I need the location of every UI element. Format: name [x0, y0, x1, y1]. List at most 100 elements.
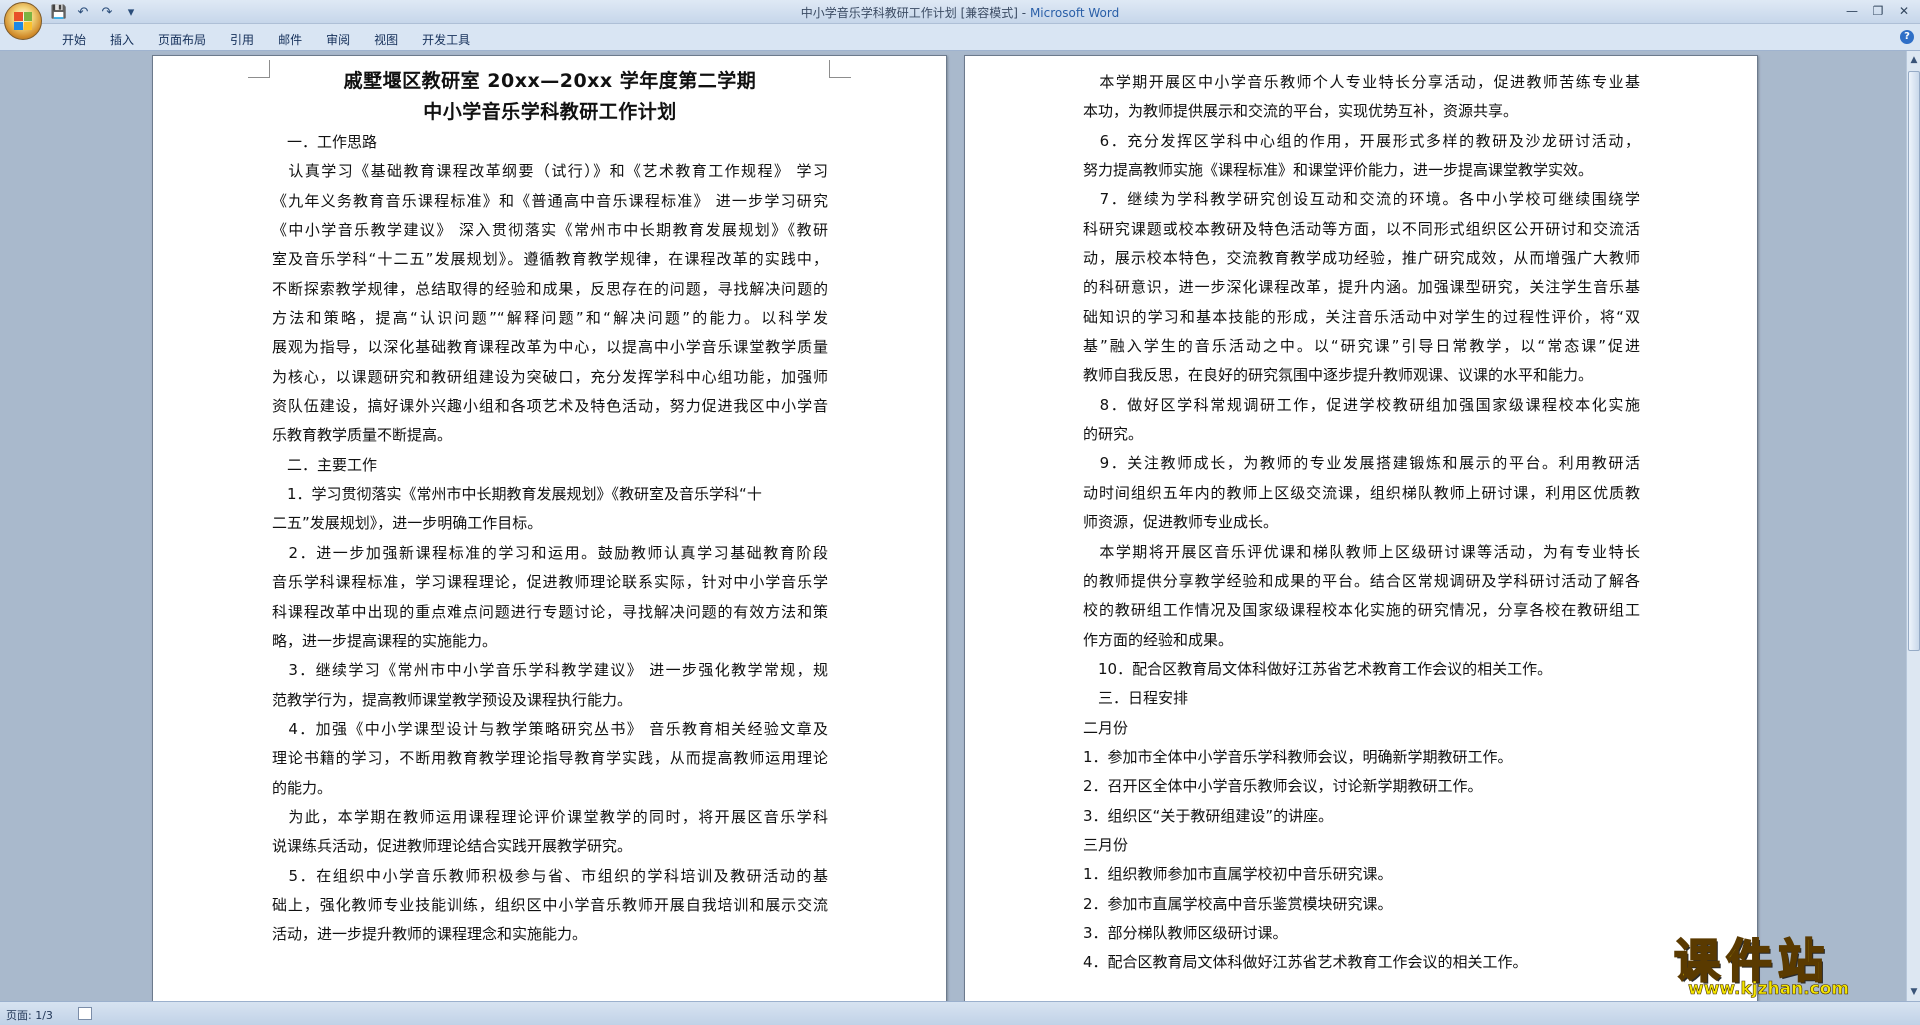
text-line: 作方面的经验和成果。	[1083, 630, 1234, 649]
text-line: 略，进一步提高课程的实施能力。	[272, 631, 498, 650]
text-line: 认真学习《基础教育课程改革纲要（试行）》和《艺术教育工作规程》 学习	[272, 162, 828, 181]
vertical-scrollbar[interactable]: ▲ ▼	[1906, 51, 1920, 1001]
document-name: 中小学音乐学科教研工作计划 [兼容模式]	[800, 6, 1018, 20]
text-line: 4．配合区教育局文体科做好江苏省艺术教育工作会议的相关工作。	[1083, 953, 1528, 972]
page-1-text: 戚墅堰区教研室 20xx—20xx 学年度第二学期 中小学音乐学科教研工作计划 …	[272, 66, 828, 950]
text-line: 的能力。	[272, 778, 333, 797]
status-bar: 页面: 1/3	[0, 1001, 1920, 1025]
text-line: 9．关注教师成长，为教师的专业发展搭建锻炼和展示的平台。利用教研活	[1083, 454, 1640, 473]
title-bar: 💾 ↶ ↷ ▾ 中小学音乐学科教研工作计划 [兼容模式] - Microsoft…	[0, 0, 1920, 40]
title-line: 戚墅堰区教研室 20xx—20xx 学年度第二学期	[343, 70, 757, 92]
text-line: 动，展示校本特色，交流教育教学成功经验，推广研究成效，从而增强广大教师	[1083, 249, 1640, 268]
tab-home[interactable]: 开始	[50, 29, 98, 49]
text-line: 科研究课题或校本教研及特色活动等方面，以不同形式组织区公开研讨和交流活	[1083, 219, 1640, 238]
text-line: 校的教研组工作情况及国家级课程校本化实施的研究情况，分享各校在教研组工	[1083, 601, 1640, 620]
text-line: 教师自我反思，在良好的研究氛围中逐步提升教师观课、议课的水平和能力。	[1083, 366, 1594, 385]
text-line: 5．在组织中小学音乐教师积极参与省、市组织的学科培训及教研活动的基	[272, 866, 828, 885]
text-line: 础知识的学习和基本技能的形成，关注音乐活动中对学生的过程性评价，将“双	[1083, 307, 1640, 326]
proofing-icon[interactable]	[78, 1007, 92, 1020]
text-line: 的科研意识，进一步深化课程改革，提升内涵。加强课型研究，关注学生音乐基	[1083, 278, 1640, 297]
text-line: 二月份	[1083, 718, 1129, 737]
text-line: 科课程改革中出现的重点难点问题进行专题讨论，寻找解决问题的有效方法和策	[272, 602, 828, 621]
text-line: 为核心，以课题研究和教研组建设为突破口，充分发挥学科中心组功能，加强师	[272, 367, 828, 386]
text-line: 室及音乐学科“十二五”发展规划》。遵循教育教学规律，在课程改革的实践中，	[272, 250, 828, 269]
document-title: 戚墅堰区教研室 20xx—20xx 学年度第二学期 中小学音乐学科教研工作计划	[272, 66, 828, 128]
text-line: 7．继续为学科教学研究创设互动和交流的环境。各中小学校可继续围绕学	[1083, 190, 1640, 209]
help-icon[interactable]: ?	[1900, 30, 1914, 44]
tab-review[interactable]: 审阅	[314, 29, 362, 49]
text-line: 8．做好区学科常规调研工作，促进学校教研组加强国家级课程校本化实施	[1083, 395, 1640, 414]
text-line: 本学期开展区中小学音乐教师个人专业特长分享活动，促进教师苦练专业基	[1083, 73, 1640, 91]
text-line: 二五”发展规划》，进一步明确工作目标。	[272, 514, 543, 533]
ribbon-tabs: 开始 插入 页面布局 引用 邮件 审阅 视图 开发工具	[50, 29, 482, 49]
text-line: 6．充分发挥区学科中心组的作用，开展形式多样的教研及沙龙研讨活动，	[1083, 131, 1640, 150]
page-2-paragraphs: 本学期开展区中小学音乐教师个人专业特长分享活动，促进教师苦练专业基 本功，为教师提…	[1083, 68, 1640, 978]
app-name: Microsoft Word	[1029, 6, 1120, 20]
page-2-text: 本学期开展区中小学音乐教师个人专业特长分享活动，促进教师苦练专业基 本功，为教师提…	[1083, 68, 1640, 978]
text-line: 基”融入学生的音乐活动之中。以“研究课”引导日常教学，以“常态课”促进	[1083, 337, 1640, 356]
text-line: 不断探索教学规律，总结取得的经验和成果，反思存在的问题，寻找解决问题的	[272, 279, 828, 298]
tab-view[interactable]: 视图	[362, 29, 410, 49]
watermark-url: www.kjzhan.com	[1688, 979, 1850, 1000]
scroll-up-icon[interactable]: ▲	[1908, 53, 1920, 67]
text-line: 资队伍建设，搞好课外兴趣小组和各项艺术及特色活动，努力促进我区中小学音	[272, 397, 828, 416]
text-line: 动时间组织五年内的教师上区级交流课，组织梯队教师上研讨课，利用区优质教	[1083, 483, 1640, 502]
tab-page-layout[interactable]: 页面布局	[146, 29, 218, 49]
margin-marker-icon	[248, 60, 270, 78]
office-button[interactable]	[4, 2, 42, 40]
text-line: 说课练兵活动，促进教师理论结合实践开展教学研究。	[272, 837, 633, 856]
text-line: 本功，为教师提供展示和交流的平台，实现优势互补，资源共享。	[1083, 102, 1519, 121]
text-line: 展观为指导，以深化基础教育课程改革为中心，以提高中小学音乐课堂教学质量	[272, 338, 828, 357]
scroll-down-icon[interactable]: ▼	[1908, 985, 1920, 999]
text-line: 10．配合区教育局文体科做好江苏省艺术教育工作会议的相关工作。	[1083, 659, 1553, 678]
tab-insert[interactable]: 插入	[98, 29, 146, 49]
title-separator: -	[1017, 6, 1030, 20]
restore-icon[interactable]: ❐	[1866, 2, 1890, 20]
text-line: 3．继续学习《常州市中小学音乐学科教学建议》 进一步强化教学常规，规	[272, 661, 828, 680]
window-controls: — ❐ ✕	[1840, 2, 1916, 20]
text-line: 为此，本学期在教师运用课程理论评价课堂教学的同时，将开展区音乐学科	[272, 807, 828, 826]
text-line: 1．学习贯彻落实《常州市中长期教育发展规划》《教研室及音乐学科“十	[272, 485, 762, 504]
text-line: 理论书籍的学习，不断用教育教学理论指导教育学实践，从而提高教师运用理论	[272, 749, 828, 768]
page-1-paragraphs: 一．工作思路 认真学习《基础教育课程改革纲要（试行）》和《艺术教育工作规程》 学…	[272, 128, 828, 950]
tab-mailings[interactable]: 邮件	[266, 29, 314, 49]
close-icon[interactable]: ✕	[1892, 2, 1916, 20]
ribbon-tab-bar: 开始 插入 页面布局 引用 邮件 审阅 视图 开发工具 ?	[0, 24, 1920, 51]
text-line: 1．参加市全体中小学音乐学科教师会议，明确新学期教研工作。	[1083, 747, 1513, 766]
text-line: 范教学行为，提高教师课堂教学预设及课程执行能力。	[272, 690, 633, 709]
text-line: 乐教育教学质量不断提高。	[272, 426, 453, 445]
text-line: 师资源，促进教师专业成长。	[1083, 513, 1279, 532]
text-line: 三．日程安排	[1083, 689, 1189, 708]
text-line: 4．加强《中小学课型设计与教学策略研究丛书》 音乐教育相关经验文章及	[272, 719, 828, 738]
text-line: 1．组织教师参加市直属学校初中音乐研究课。	[1083, 865, 1393, 884]
text-line: 础上，强化教师专业技能训练，组织区中小学音乐教师开展自我培训和展示交流	[272, 895, 828, 914]
text-line: 方法和策略，提高“认识问题”“解释问题”和“解决问题”的能力。以科学发	[272, 309, 828, 328]
text-line: 《中小学音乐教学建议》 深入贯彻落实《常州市中长期教育发展规划》《教研	[272, 221, 828, 240]
text-line: 2．进一步加强新课程标准的学习和运用。鼓励教师认真学习基础教育阶段	[272, 543, 828, 562]
text-line: 3．部分梯队教师区级研讨课。	[1083, 923, 1288, 942]
window-title: 中小学音乐学科教研工作计划 [兼容模式] - Microsoft Word	[0, 4, 1920, 21]
office-logo-icon	[14, 12, 32, 30]
text-line: 的教师提供分享教学经验和成果的平台。结合区常规调研及学科研讨活动了解各	[1083, 571, 1640, 590]
margin-marker-icon	[829, 60, 851, 78]
text-line: 2．参加市直属学校高中音乐鉴赏模块研究课。	[1083, 894, 1393, 913]
text-line: 三月份	[1083, 835, 1129, 854]
text-line: 活动，进一步提升教师的课程理念和实施能力。	[272, 925, 588, 944]
text-line: 《九年义务教育音乐课程标准》和《普通高中音乐课程标准》 进一步学习研究	[272, 191, 828, 210]
text-line: 二．主要工作	[272, 455, 378, 474]
tab-developer[interactable]: 开发工具	[410, 29, 482, 49]
document-page-1[interactable]: 戚墅堰区教研室 20xx—20xx 学年度第二学期 中小学音乐学科教研工作计划 …	[152, 55, 947, 1001]
text-line: 一．工作思路	[272, 133, 378, 151]
document-page-2[interactable]: 本学期开展区中小学音乐教师个人专业特长分享活动，促进教师苦练专业基 本功，为教师提…	[964, 55, 1758, 1001]
minimize-icon[interactable]: —	[1840, 2, 1864, 20]
text-line: 3．组织区“关于教研组建设”的讲座。	[1083, 806, 1334, 825]
document-area[interactable]: 戚墅堰区教研室 20xx—20xx 学年度第二学期 中小学音乐学科教研工作计划 …	[0, 51, 1906, 1001]
page-count[interactable]: 页面: 1/3	[6, 1007, 53, 1023]
text-line: 音乐学科课程标准，学习课程理论，促进教师理论联系实际，针对中小学音乐学	[272, 573, 828, 592]
text-line: 本学期将开展区音乐评优课和梯队教师上区级研讨课等活动，为有专业特长	[1083, 542, 1640, 561]
text-line: 的研究。	[1083, 425, 1144, 444]
scroll-thumb[interactable]	[1908, 71, 1920, 651]
watermark-logo: 课件站 www.kjzhan.com	[1668, 925, 1900, 1003]
title-line: 中小学音乐学科教研工作计划	[423, 101, 677, 123]
tab-references[interactable]: 引用	[218, 29, 266, 49]
